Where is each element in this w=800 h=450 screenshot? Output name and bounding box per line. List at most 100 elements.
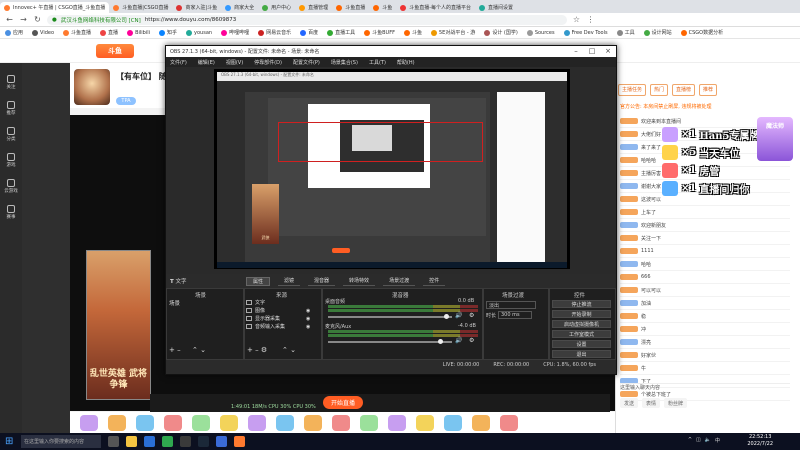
- eye-icon[interactable]: ◉: [306, 308, 310, 314]
- bookmark-item[interactable]: CSGO数据分析: [680, 29, 723, 36]
- extensions-icon[interactable]: ⋮: [586, 15, 595, 24]
- gift-icon[interactable]: [248, 414, 266, 431]
- dock-tab[interactable]: 混音器: [308, 277, 336, 286]
- scene-arrows-icon[interactable]: ⌃ ⌄: [192, 346, 206, 354]
- obs-menu-item[interactable]: 帮助(H): [397, 59, 415, 66]
- bookmark-item[interactable]: 知乎: [159, 29, 177, 36]
- taskbar-search[interactable]: 在这里输入你要搜索的内容: [21, 435, 101, 448]
- obs-menu-item[interactable]: 编辑(E): [198, 59, 215, 66]
- bookmark-item[interactable]: 哔哩哔哩: [221, 29, 249, 36]
- reload-icon[interactable]: ↻: [33, 15, 42, 24]
- start-live-button[interactable]: 开始直播: [323, 396, 363, 409]
- transition-select[interactable]: 淡出: [486, 301, 536, 309]
- browser-tab[interactable]: 用户中心: [258, 2, 295, 13]
- gift-icon[interactable]: [164, 414, 182, 431]
- bookmark-item[interactable]: 斗鱼: [403, 29, 422, 36]
- obs-menu-item[interactable]: 场景集合(S): [331, 59, 358, 66]
- bookmark-item[interactable]: Sources: [526, 29, 555, 36]
- gift-icon[interactable]: [108, 414, 126, 431]
- volume-slider[interactable]: [328, 341, 452, 343]
- gift-icon[interactable]: [332, 414, 350, 431]
- system-tray[interactable]: ^ ◫ 🔈 中: [688, 437, 720, 444]
- slider-knob[interactable]: [444, 314, 449, 319]
- stop-streaming-button[interactable]: 停止推流: [552, 300, 611, 308]
- studio-mode-button[interactable]: 工作室模式: [552, 330, 611, 338]
- sidebar-footer-button[interactable]: 粉丝牌: [664, 398, 688, 408]
- forward-arrow-icon[interactable]: →: [19, 15, 28, 24]
- obs-menu-item[interactable]: 工具(T): [369, 59, 386, 66]
- site-logo[interactable]: 斗鱼: [96, 44, 134, 58]
- add-scene-icon[interactable]: + –: [169, 346, 181, 354]
- volume-slider[interactable]: [328, 316, 452, 318]
- settings-button[interactable]: 设置: [552, 340, 611, 348]
- source-item[interactable]: 图像: [246, 307, 265, 314]
- dock-tab[interactable]: 控件: [423, 277, 446, 286]
- task-view-icon[interactable]: [108, 436, 119, 447]
- bookmark-item[interactable]: yousan: [186, 29, 212, 36]
- duration-input[interactable]: 300 ms: [498, 311, 532, 319]
- chat-input[interactable]: 这里输入聊天内容: [620, 383, 790, 395]
- gift-icon[interactable]: [136, 414, 154, 431]
- bookmark-item[interactable]: Video: [32, 29, 54, 36]
- browser-tab[interactable]: Innovec+ 午直播 | CSGO直播_斗鱼直播: [0, 2, 110, 13]
- exit-button[interactable]: 退出: [552, 350, 611, 358]
- taskbar-clock[interactable]: 22:52:13 2022/7/22: [747, 434, 773, 448]
- left-nav-item[interactable]: 关注: [0, 75, 22, 90]
- promo-banner[interactable]: 乱世英雄 武将争锋: [86, 250, 151, 400]
- sidebar-tab[interactable]: 主播任务: [618, 84, 647, 96]
- file-explorer-icon[interactable]: [126, 436, 137, 447]
- dock-tab[interactable]: 转场特效: [343, 277, 376, 286]
- scene-item[interactable]: 场景: [169, 299, 180, 307]
- gift-icon[interactable]: [416, 414, 434, 431]
- network-icon[interactable]: ◫: [696, 437, 701, 444]
- gear-icon[interactable]: ⚙: [469, 337, 474, 344]
- dock-tab[interactable]: 场景过渡: [383, 277, 416, 286]
- maximize-icon[interactable]: □: [584, 46, 600, 57]
- start-recording-button[interactable]: 开始录制: [552, 310, 611, 318]
- gift-icon[interactable]: [360, 414, 378, 431]
- windows-start-icon[interactable]: ⊞: [5, 436, 17, 448]
- sidebar-tab[interactable]: 推荐: [699, 84, 718, 96]
- eye-icon[interactable]: ◉: [306, 316, 310, 322]
- sidebar-footer-button[interactable]: 表情: [642, 398, 661, 408]
- douyu-icon[interactable]: [234, 436, 245, 447]
- chrome-icon[interactable]: [162, 436, 173, 447]
- bookmark-item[interactable]: 网易云音乐: [258, 29, 291, 36]
- room-tag-badge[interactable]: TPA: [116, 97, 136, 105]
- gift-icon[interactable]: [444, 414, 462, 431]
- bookmark-item[interactable]: 应用: [5, 29, 23, 36]
- minimize-icon[interactable]: –: [568, 46, 584, 57]
- obs-icon[interactable]: [180, 436, 191, 447]
- gift-icon[interactable]: [304, 414, 322, 431]
- left-nav-item[interactable]: 分类: [0, 127, 22, 142]
- ime-indicator[interactable]: 中: [715, 437, 720, 444]
- chevron-up-icon[interactable]: ^: [688, 437, 692, 444]
- virtual-camera-button[interactable]: 启动虚拟摄像机: [552, 320, 611, 328]
- streamer-avatar[interactable]: [74, 69, 110, 105]
- browser-tab[interactable]: 商家大全: [221, 2, 258, 13]
- overlay-badge[interactable]: 魔法师: [757, 117, 793, 161]
- source-item[interactable]: 文字: [246, 299, 265, 306]
- left-nav-item[interactable]: 推荐: [0, 101, 22, 116]
- close-icon[interactable]: ×: [600, 46, 616, 57]
- gift-icon[interactable]: [80, 414, 98, 431]
- source-item[interactable]: 显示器采集: [246, 315, 280, 322]
- url-field[interactable]: ● 武汉斗鱼网络科技有限公司 [CN] https://www.douyu.co…: [47, 14, 567, 25]
- browser-tab[interactable]: 直播间设置: [475, 2, 517, 13]
- bookmark-item[interactable]: 斗鱼BUFF: [364, 29, 395, 36]
- bookmark-item[interactable]: 设计 (国学): [484, 29, 518, 36]
- sidebar-tab[interactable]: 热门: [650, 84, 669, 96]
- obs-menu-item[interactable]: 配置文件(P): [293, 59, 320, 66]
- left-nav-item[interactable]: 游戏: [0, 153, 22, 168]
- source-arrows-icon[interactable]: ⌃ ⌄: [282, 346, 296, 354]
- dock-tab[interactable]: 属性: [246, 277, 271, 286]
- source-item[interactable]: 音频输入采集: [246, 323, 285, 330]
- bookmark-item[interactable]: 斗鱼直播: [63, 29, 91, 36]
- bookmark-item[interactable]: Free Dev Tools: [563, 29, 608, 36]
- browser-tab[interactable]: 直播管理: [295, 2, 332, 13]
- gift-icon[interactable]: [192, 414, 210, 431]
- app-icon[interactable]: [216, 436, 227, 447]
- bookmark-item[interactable]: 百度: [300, 29, 318, 36]
- dock-tab[interactable]: 滤镜: [278, 277, 301, 286]
- browser-tab[interactable]: 斗鱼直播: [332, 2, 369, 13]
